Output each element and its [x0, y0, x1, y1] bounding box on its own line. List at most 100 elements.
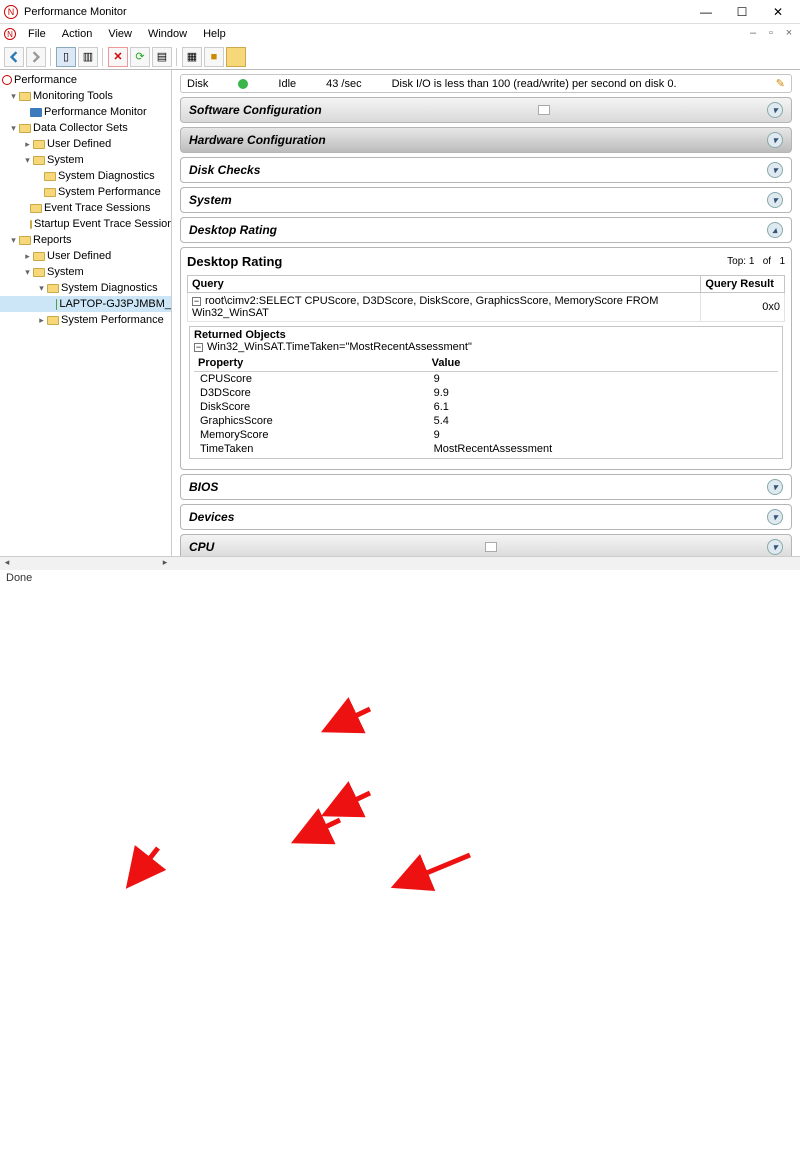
menu-help[interactable]: Help: [197, 26, 232, 42]
query-table: Query Query Result −root\cimv2:SELECT CP…: [187, 275, 785, 322]
section-devices[interactable]: Devices ▾: [180, 504, 792, 530]
val-cell: 9: [428, 428, 778, 442]
menu-view[interactable]: View: [102, 26, 138, 42]
titlebar: N Performance Monitor — ☐ ✕: [0, 0, 800, 24]
expand-icon[interactable]: ▾: [767, 162, 783, 178]
folder-icon: [33, 252, 45, 261]
collapse-icon[interactable]: ▾: [22, 155, 33, 166]
menu-file[interactable]: File: [22, 26, 52, 42]
tree-r-user-defined[interactable]: ▸User Defined: [0, 248, 171, 264]
tree-user-defined[interactable]: ▸User Defined: [0, 136, 171, 152]
open-folder-button[interactable]: [226, 47, 246, 67]
val-cell: 5.4: [428, 414, 778, 428]
val-cell: MostRecentAssessment: [428, 442, 778, 456]
collapse-icon[interactable]: ▾: [8, 91, 19, 102]
property-table: Property Value CPUScore9D3DScore9.9DiskS…: [194, 355, 778, 456]
app-icon: N: [4, 5, 18, 19]
show-hide-tree-button[interactable]: ▯: [56, 47, 76, 67]
menu-window[interactable]: Window: [142, 26, 193, 42]
collapse-icon[interactable]: ▴: [767, 222, 783, 238]
maximize-button[interactable]: ☐: [724, 1, 760, 23]
menubar: N File Action View Window Help – ▫ ×: [0, 24, 800, 44]
minimize-button[interactable]: —: [688, 1, 724, 23]
prop-cell: GraphicsScore: [194, 414, 428, 428]
folder-icon: [33, 268, 45, 277]
section-desktop-rating-collapsed[interactable]: Desktop Rating ▴: [180, 217, 792, 243]
tree-perfmon[interactable]: Performance Monitor: [0, 104, 171, 120]
col-property: Property: [194, 355, 428, 372]
refresh-button[interactable]: ⟳: [130, 47, 150, 67]
tree-r-system[interactable]: ▾System: [0, 264, 171, 280]
scroll-left-icon[interactable]: ◂: [0, 557, 14, 571]
collapse-icon[interactable]: ▾: [8, 235, 19, 246]
mdi-minimize-icon[interactable]: –: [746, 27, 760, 41]
section-hardware-config[interactable]: Hardware Configuration ▾: [180, 127, 792, 153]
prop-cell: CPUScore: [194, 372, 428, 387]
col-value: Value: [428, 355, 778, 372]
expand-icon[interactable]: ▾: [767, 192, 783, 208]
expand-icon[interactable]: ▾: [767, 132, 783, 148]
rating-heading: Desktop Rating: [187, 254, 282, 269]
scroll-right-icon[interactable]: ▸: [158, 557, 172, 571]
mdi-close-icon[interactable]: ×: [782, 27, 796, 41]
new-window-button[interactable]: ▥: [78, 47, 98, 67]
section-system[interactable]: System ▾: [180, 187, 792, 213]
mdi-restore-icon[interactable]: ▫: [764, 27, 778, 41]
export-button[interactable]: ▤: [152, 47, 172, 67]
edit-icon[interactable]: ✎: [776, 77, 785, 90]
close-button[interactable]: ✕: [760, 1, 796, 23]
tree-performance[interactable]: Performance: [0, 72, 171, 88]
back-button[interactable]: [4, 47, 24, 67]
report-content[interactable]: Disk Idle 43 /sec Disk I/O is less than …: [172, 70, 800, 556]
collapse-icon[interactable]: ▾: [22, 267, 33, 278]
col-query: Query: [188, 276, 701, 293]
val-cell: 9.9: [428, 386, 778, 400]
forward-button[interactable]: [26, 47, 46, 67]
hscroll: ◂ ▸: [0, 556, 800, 570]
folder-icon: [47, 316, 59, 325]
table-row: MemoryScore9: [194, 428, 778, 442]
expand-icon[interactable]: ▸: [22, 251, 33, 262]
tree-dcs[interactable]: ▾Data Collector Sets: [0, 120, 171, 136]
stop-button[interactable]: ■: [204, 47, 224, 67]
delete-button[interactable]: ✕: [108, 47, 128, 67]
expand-icon[interactable]: ▸: [22, 139, 33, 150]
section-software-config[interactable]: Software Configuration ▾: [180, 97, 792, 123]
expand-icon[interactable]: ▾: [767, 479, 783, 495]
menu-action[interactable]: Action: [56, 26, 99, 42]
prop-cell: TimeTaken: [194, 442, 428, 456]
tree-sys-diag[interactable]: System Diagnostics: [0, 168, 171, 184]
expand-icon[interactable]: ▾: [767, 102, 783, 118]
returned-object-row: −Win32_WinSAT.TimeTaken="MostRecentAsses…: [194, 341, 778, 353]
properties-button[interactable]: ▦: [182, 47, 202, 67]
tree-r-sys-perf[interactable]: ▸System Performance: [0, 312, 171, 328]
report-icon: [56, 299, 57, 310]
expand-icon[interactable]: ▾: [767, 539, 783, 555]
folder-icon: [44, 188, 56, 197]
folder-icon: [47, 284, 59, 293]
tree-system[interactable]: ▾System: [0, 152, 171, 168]
statusbar: Done: [0, 570, 800, 588]
tree-ets[interactable]: Event Trace Sessions: [0, 200, 171, 216]
tree-pane[interactable]: Performance ▾Monitoring Tools Performanc…: [0, 70, 172, 556]
result-cell: 0x0: [701, 293, 785, 322]
expand-icon[interactable]: ▾: [767, 509, 783, 525]
app-icon-small: N: [4, 28, 16, 40]
collapse-icon[interactable]: ▾: [36, 283, 47, 294]
section-cpu[interactable]: CPU ▾: [180, 534, 792, 556]
tree-reports[interactable]: ▾Reports: [0, 232, 171, 248]
section-disk-checks[interactable]: Disk Checks ▾: [180, 157, 792, 183]
section-bios[interactable]: BIOS ▾: [180, 474, 792, 500]
collapse-icon[interactable]: −: [192, 297, 201, 306]
collapse-icon[interactable]: −: [194, 343, 203, 352]
prop-cell: DiskScore: [194, 400, 428, 414]
disk-state: Idle: [278, 78, 296, 90]
folder-icon: [33, 140, 45, 149]
expand-icon[interactable]: ▸: [36, 315, 47, 326]
collapse-icon[interactable]: ▾: [8, 123, 19, 134]
tree-r-sys-diag[interactable]: ▾System Diagnostics: [0, 280, 171, 296]
tree-sets[interactable]: Startup Event Trace Session: [0, 216, 171, 232]
tree-monitoring-tools[interactable]: ▾Monitoring Tools: [0, 88, 171, 104]
tree-report-laptop[interactable]: LAPTOP-GJ3PJMBM_: [0, 296, 171, 312]
tree-sys-perf[interactable]: System Performance: [0, 184, 171, 200]
